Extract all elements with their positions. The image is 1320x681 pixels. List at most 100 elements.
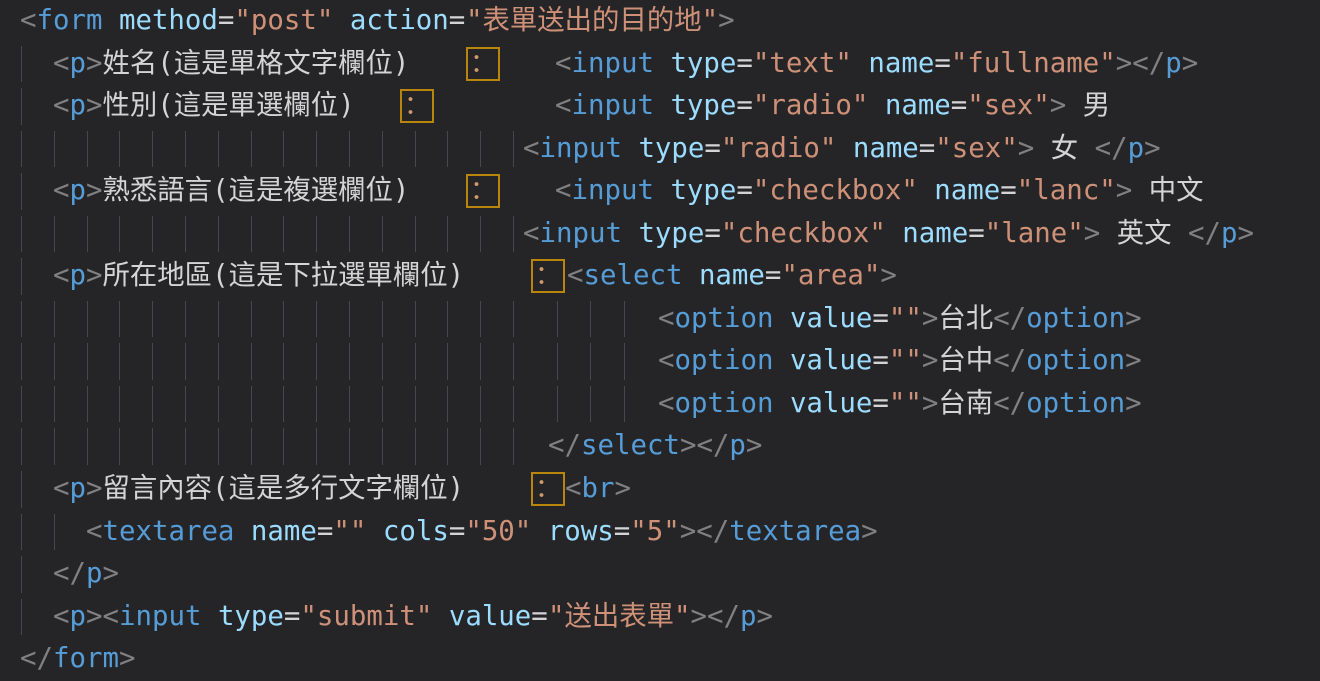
- indent-guide: [87, 216, 88, 253]
- code-token-text: 英文: [1100, 218, 1188, 249]
- code-token-attribute: rows: [531, 516, 613, 547]
- indent-guide: [382, 131, 383, 168]
- indent-guide: [590, 386, 591, 423]
- indent-guide: [480, 428, 481, 465]
- code-token-punctuation: <: [86, 516, 103, 547]
- code-token-attribute: name: [836, 133, 918, 164]
- code-token-tag: textarea: [729, 516, 861, 547]
- code-token-punctuation: >: [1144, 133, 1161, 164]
- code-token-punctuation: >: [86, 601, 103, 632]
- indent-guide: [119, 301, 120, 338]
- code-line: </p>: [0, 553, 1320, 596]
- indent-guide: [513, 301, 514, 338]
- indent-guide: [185, 343, 186, 380]
- code-token-text: 台南: [938, 388, 993, 419]
- code-token-punctuation: </: [1095, 133, 1128, 164]
- indent-guide: [119, 216, 120, 253]
- indent-guide: [447, 301, 448, 338]
- indent-guide: [152, 216, 153, 253]
- code-token-tag: input: [572, 175, 654, 206]
- code-token-punctuation: >: [680, 430, 697, 461]
- code-token-string: "post": [234, 5, 333, 36]
- code-token-string: "lane": [985, 218, 1084, 249]
- code-token-equals: =: [284, 601, 301, 632]
- indent-guide: [283, 216, 284, 253]
- indent-guide: [119, 343, 120, 380]
- indent-guide: [447, 216, 448, 253]
- code-token-punctuation: >: [86, 175, 103, 206]
- indent-guide: [87, 131, 88, 168]
- code-line: <input type="radio" name="sex"> 女 </p>: [0, 128, 1320, 171]
- code-token-equals: =: [704, 133, 721, 164]
- indent-guide: [152, 386, 153, 423]
- code-token-punctuation: </: [707, 601, 740, 632]
- code-segment: <option value="">台中</option>: [658, 340, 1142, 383]
- indent-guide: [415, 216, 416, 253]
- code-token-tag: p: [729, 430, 746, 461]
- code-token-text: 台北: [938, 303, 993, 334]
- indent-guide: [349, 216, 350, 253]
- indent-guide: [480, 301, 481, 338]
- code-token-equals: =: [449, 516, 466, 547]
- code-editor[interactable]: <form method="post" action="表單送出的目的地"><p…: [0, 0, 1320, 681]
- code-token-punctuation: >: [86, 90, 103, 121]
- indent-guide: [415, 131, 416, 168]
- indent-guide: [218, 428, 219, 465]
- indent-guide: [415, 343, 416, 380]
- code-token-string: "": [889, 345, 922, 376]
- code-token-punctuation: <: [555, 48, 572, 79]
- code-token-equals: =: [934, 48, 951, 79]
- indent-guide: [590, 343, 591, 380]
- indent-guide: [624, 343, 625, 380]
- indent-guide: [54, 131, 55, 168]
- code-token-tag: p: [740, 601, 757, 632]
- indent-guide: [316, 216, 317, 253]
- code-segment: "表單送出的目的地">: [466, 0, 735, 43]
- code-token-punctuation: <: [658, 303, 675, 334]
- code-token-equals: =: [736, 48, 753, 79]
- code-token-punctuation: >: [1125, 303, 1142, 334]
- code-token-equals: =: [968, 218, 985, 249]
- code-token-attribute: type: [654, 175, 736, 206]
- code-token-punctuation: >: [718, 5, 735, 36]
- code-token-string: "": [333, 516, 366, 547]
- code-token-tag: select: [584, 260, 683, 291]
- code-token-tag: input: [572, 90, 654, 121]
- code-token-attribute: value: [773, 345, 872, 376]
- code-token-tag: option: [675, 303, 774, 334]
- code-token-string: "area": [781, 260, 880, 291]
- code-area: <form method="post" action="表單送出的目的地"><p…: [0, 0, 1320, 681]
- indent-guide: [21, 88, 22, 125]
- code-token-punctuation: >: [1050, 90, 1067, 121]
- code-token-equals: =: [765, 260, 782, 291]
- code-token-attribute: method: [102, 5, 217, 36]
- code-token-punctuation: >: [691, 601, 708, 632]
- indent-guide: [21, 514, 22, 551]
- indent-guide: [316, 428, 317, 465]
- code-token-tag: input: [540, 133, 622, 164]
- code-token-punctuation: </: [1188, 218, 1221, 249]
- indent-guide: [382, 216, 383, 253]
- indent-guide: [218, 386, 219, 423]
- indent-guide: [349, 428, 350, 465]
- code-token-punctuation: <: [523, 133, 540, 164]
- indent-guide: [54, 216, 55, 253]
- code-token-string: "送出表單": [548, 601, 691, 632]
- indent-guide: [283, 428, 284, 465]
- code-segment: </form>: [20, 638, 135, 681]
- indent-guide: [87, 386, 88, 423]
- code-token-text: 性別(這是單選欄位): [103, 90, 355, 121]
- code-token-attribute: name: [918, 175, 1000, 206]
- indent-guide: [218, 343, 219, 380]
- code-token-string: "radio": [753, 90, 868, 121]
- code-token-text: 姓名(這是單格文字欄位): [103, 48, 410, 79]
- indent-guide: [349, 301, 350, 338]
- code-token-string: "fullname": [951, 48, 1116, 79]
- code-segment: "送出表單"></p>: [548, 596, 773, 639]
- code-token-attribute: value: [432, 601, 531, 632]
- indent-guide: [152, 428, 153, 465]
- code-token-string: "表單送出的目的地": [466, 5, 718, 36]
- indent-guide: [283, 343, 284, 380]
- code-token-punctuation: </: [993, 388, 1026, 419]
- indent-guide: [251, 386, 252, 423]
